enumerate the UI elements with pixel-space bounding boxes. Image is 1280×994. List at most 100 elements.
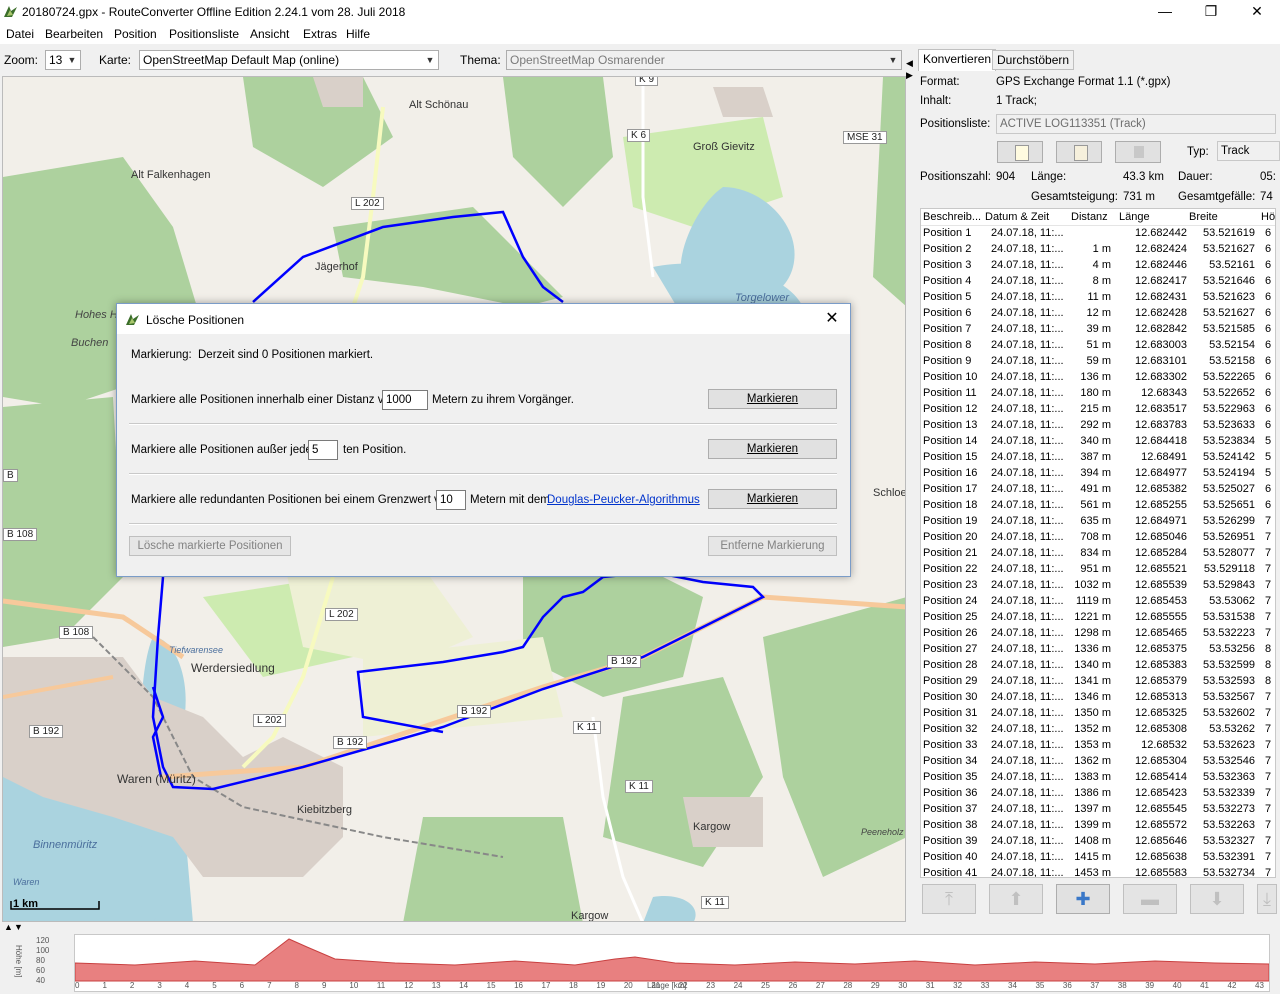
poslist-select[interactable]: ACTIVE LOG113351 (Track) — [996, 114, 1276, 134]
table-row[interactable]: Position 13 24.07.18, 11:... 292 m 12.68378… — [921, 417, 1275, 433]
move-bottom-button[interactable]: ⤓ — [1257, 884, 1277, 914]
table-row[interactable]: Position 37 24.07.18, 11:... 1397 m 12.6855… — [921, 801, 1275, 817]
column-header-description[interactable]: Beschreib... — [923, 209, 983, 225]
table-row[interactable]: Position 19 24.07.18, 11:... 635 m 12.68497… — [921, 513, 1275, 529]
map-select[interactable]: OpenStreetMap Default Map (online) ▼ — [139, 50, 439, 70]
menu-position[interactable]: Position — [114, 27, 157, 41]
table-row[interactable]: Position 9 24.07.18, 11:... 59 m 12.683101 5… — [921, 353, 1275, 369]
descent-value: 74 — [1260, 191, 1273, 203]
table-row[interactable]: Position 38 24.07.18, 11:... 1399 m 12.6855… — [921, 817, 1275, 833]
table-row[interactable]: Position 1 24.07.18, 11:... 12.682442 53.52… — [921, 225, 1275, 241]
delete-marked-button[interactable]: Lösche markierte Positionen — [129, 536, 291, 556]
cell-description: Position 33 — [923, 739, 978, 751]
menu-positionsliste[interactable]: Positionsliste — [169, 27, 239, 41]
table-row[interactable]: Position 29 24.07.18, 11:... 1341 m 12.6853… — [921, 673, 1275, 689]
column-header-latitude[interactable]: Breite — [1189, 209, 1229, 225]
table-row[interactable]: Position 3 24.07.18, 11:... 4 m 12.682446 53… — [921, 257, 1275, 273]
menu-bearbeiten[interactable]: Bearbeiten — [45, 27, 103, 41]
zoom-select[interactable]: 13 ▼ — [45, 50, 81, 70]
table-row[interactable]: Position 17 24.07.18, 11:... 491 m 12.68538… — [921, 481, 1275, 497]
table-row[interactable]: Position 8 24.07.18, 11:... 51 m 12.683003 5… — [921, 337, 1275, 353]
move-up-button[interactable]: ⬆ — [989, 884, 1043, 914]
cell-latitude: 53.532734 — [1203, 867, 1255, 878]
mark-douglas-button[interactable]: Markieren — [708, 489, 837, 509]
cell-elevation: 7 — [1265, 771, 1272, 783]
collapse-right-icon[interactable]: ▶ — [906, 70, 913, 81]
table-row[interactable]: Position 30 24.07.18, 11:... 1346 m 12.6853… — [921, 689, 1275, 705]
cell-elevation: 7 — [1265, 563, 1272, 575]
type-select[interactable]: Track — [1217, 141, 1280, 161]
table-row[interactable]: Position 35 24.07.18, 11:... 1383 m 12.6854… — [921, 769, 1275, 785]
cell-description: Position 20 — [923, 531, 978, 543]
tab-konvertieren[interactable]: Konvertieren — [918, 49, 997, 71]
elevation-profile[interactable]: 0 1 2 3 4 5 6 7 8 9 10 11 12 13 14 15 16 17 18 19 20 21 22 23 24… — [74, 934, 1270, 992]
table-row[interactable]: Position 36 24.07.18, 11:... 1386 m 12.6854… — [921, 785, 1275, 801]
cell-distance: 561 m — [1080, 499, 1111, 511]
table-row[interactable]: Position 33 24.07.18, 11:... 1353 m 12.6853… — [921, 737, 1275, 753]
table-row[interactable]: Position 39 24.07.18, 11:... 1408 m 12.6856… — [921, 833, 1275, 849]
maximize-button[interactable]: ❐ — [1188, 0, 1234, 24]
mark-nth-button[interactable]: Markieren — [708, 439, 837, 459]
table-row[interactable]: Position 10 24.07.18, 11:... 136 m 12.68330… — [921, 369, 1275, 385]
column-header-distance[interactable]: Distanz — [1071, 209, 1113, 225]
table-row[interactable]: Position 14 24.07.18, 11:... 340 m 12.68441… — [921, 433, 1275, 449]
table-row[interactable]: Position 6 24.07.18, 11:... 12 m 12.682428 5… — [921, 305, 1275, 321]
new-list-button[interactable] — [997, 141, 1043, 163]
duration-label: Dauer: — [1178, 171, 1213, 183]
tab-durchstoebern[interactable]: Durchstöbern — [992, 50, 1075, 70]
mark-distance-button[interactable]: Markieren — [708, 389, 837, 409]
table-row[interactable]: Position 20 24.07.18, 11:... 708 m 12.68504… — [921, 529, 1275, 545]
theme-select[interactable]: OpenStreetMap Osmarender ▼ — [506, 50, 902, 70]
collapse-left-icon[interactable]: ◀ — [906, 58, 913, 69]
table-row[interactable]: Position 16 24.07.18, 11:... 394 m 12.68497… — [921, 465, 1275, 481]
table-row[interactable]: Position 2 24.07.18, 11:... 1 m 12.682424 53… — [921, 241, 1275, 257]
rename-list-button[interactable] — [1056, 141, 1102, 163]
move-top-button[interactable]: ⤒ — [922, 884, 976, 914]
table-row[interactable]: Position 18 24.07.18, 11:... 561 m 12.68525… — [921, 497, 1275, 513]
menu-hilfe[interactable]: Hilfe — [346, 27, 370, 41]
road-tag: B — [3, 469, 18, 482]
table-row[interactable]: Position 40 24.07.18, 11:... 1415 m 12.6856… — [921, 849, 1275, 865]
table-row[interactable]: Position 41 24.07.18, 11:... 1453 m 12.6855… — [921, 865, 1275, 878]
cell-description: Position 29 — [923, 675, 978, 687]
table-row[interactable]: Position 15 24.07.18, 11:... 387 m 12.68491… — [921, 449, 1275, 465]
column-header-longitude[interactable]: Länge — [1119, 209, 1169, 225]
collapse-down-icon[interactable]: ▼ — [14, 922, 23, 932]
table-row[interactable]: Position 5 24.07.18, 11:... 11 m 12.682431 5… — [921, 289, 1275, 305]
remove-position-button[interactable]: ▬ — [1123, 884, 1177, 914]
table-row[interactable]: Position 21 24.07.18, 11:... 834 m 12.68528… — [921, 545, 1275, 561]
nth-input[interactable]: 5 — [308, 440, 338, 460]
position-table[interactable]: Beschreib... Datum & Zeit Distanz Länge … — [920, 208, 1276, 878]
table-row[interactable]: Position 23 24.07.18, 11:... 1032 m 12.6855… — [921, 577, 1275, 593]
table-row[interactable]: Position 26 24.07.18, 11:... 1298 m 12.6854… — [921, 625, 1275, 641]
menu-extras[interactable]: Extras — [303, 27, 337, 41]
table-row[interactable]: Position 34 24.07.18, 11:... 1362 m 12.6853… — [921, 753, 1275, 769]
table-row[interactable]: Position 12 24.07.18, 11:... 215 m 12.68351… — [921, 401, 1275, 417]
table-row[interactable]: Position 11 24.07.18, 11:... 180 m 12.68343… — [921, 385, 1275, 401]
minimize-button[interactable]: — — [1142, 0, 1188, 24]
douglas-peucker-link[interactable]: Douglas-Peucker-Algorithmus — [547, 494, 700, 506]
column-header-elevation[interactable]: Höl — [1261, 209, 1275, 225]
table-row[interactable]: Position 31 24.07.18, 11:... 1350 m 12.6853… — [921, 705, 1275, 721]
table-row[interactable]: Position 32 24.07.18, 11:... 1352 m 12.6853… — [921, 721, 1275, 737]
table-row[interactable]: Position 7 24.07.18, 11:... 39 m 12.682842 5… — [921, 321, 1275, 337]
table-row[interactable]: Position 25 24.07.18, 11:... 1221 m 12.6855… — [921, 609, 1275, 625]
table-row[interactable]: Position 24 24.07.18, 11:... 1119 m 12.6854… — [921, 593, 1275, 609]
dialog-close-button[interactable]: ✕ — [817, 308, 847, 330]
table-row[interactable]: Position 28 24.07.18, 11:... 1340 m 12.6853… — [921, 657, 1275, 673]
delete-list-button[interactable] — [1115, 141, 1161, 163]
menu-ansicht[interactable]: Ansicht — [250, 27, 289, 41]
column-header-date[interactable]: Datum & Zeit — [985, 209, 1055, 225]
distance-input[interactable]: 1000 — [382, 390, 428, 410]
table-row[interactable]: Position 22 24.07.18, 11:... 951 m 12.68552… — [921, 561, 1275, 577]
table-row[interactable]: Position 27 24.07.18, 11:... 1336 m 12.6853… — [921, 641, 1275, 657]
close-button[interactable]: ✕ — [1234, 0, 1280, 24]
remove-marking-button[interactable]: Entferne Markierung — [708, 536, 837, 556]
table-row[interactable]: Position 4 24.07.18, 11:... 8 m 12.682417 53… — [921, 273, 1275, 289]
move-down-button[interactable]: ⬇ — [1190, 884, 1244, 914]
collapse-up-icon[interactable]: ▲ — [4, 922, 13, 932]
cell-description: Position 6 — [923, 307, 972, 319]
menu-datei[interactable]: Datei — [6, 27, 34, 41]
threshold-input[interactable]: 10 — [436, 490, 466, 510]
add-position-button[interactable]: ✚ — [1056, 884, 1110, 914]
